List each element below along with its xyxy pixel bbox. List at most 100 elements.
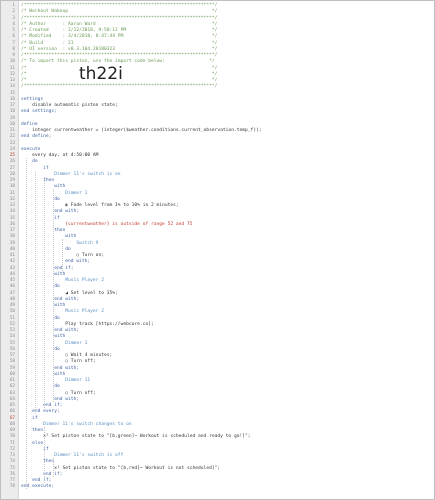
code-line[interactable]: 31 Dimmer 1 (1, 191, 434, 197)
code-line[interactable]: 65 end if; (1, 403, 434, 409)
code-line[interactable]: 76 end if; (1, 472, 434, 478)
code-line[interactable]: 6 /* Modified : 3/4/2018, 8:47:44 PM */ (1, 34, 434, 40)
code-line[interactable]: 67 if (1, 416, 434, 422)
code-line[interactable]: 58 ○ Turn off; (1, 359, 434, 365)
code-line[interactable]: 45 Music Player 2 (1, 278, 434, 284)
code-line[interactable]: 34 end with; (1, 209, 434, 215)
code-line[interactable]: 11/* */ (1, 66, 434, 72)
code-line[interactable]: 32 do (1, 197, 434, 203)
code-line[interactable]: 71 else (1, 441, 434, 447)
code-line[interactable]: 24 execute (1, 147, 434, 153)
code-line[interactable]: 64 end with; (1, 397, 434, 403)
code-line[interactable]: 66 end every; (1, 409, 434, 415)
code-line[interactable]: 53 end with; (1, 328, 434, 334)
code-text: {currentweather} is outside of range 52 … (21, 221, 193, 227)
code-line[interactable]: 52 Play track [https://webcore.co]; (1, 322, 434, 328)
line-number: 34 (9, 209, 15, 215)
code-line[interactable]: 35 if (1, 216, 434, 222)
code-line[interactable]: 7 /* Build : 21 */ (1, 41, 434, 47)
code-text: settings (21, 96, 44, 102)
line-number: 30 (9, 184, 15, 190)
code-line[interactable]: 19 (1, 116, 434, 122)
code-line[interactable]: 39 Switch 9 (1, 241, 434, 247)
code-line[interactable]: 63 ○ Turn off; (1, 391, 434, 397)
code-line[interactable]: 21 integer currentweather = (integer($we… (1, 128, 434, 134)
code-line[interactable]: 46 do (1, 284, 434, 290)
code-line[interactable]: 48 end with; (1, 297, 434, 303)
code-line[interactable]: 36 {currentweather} is outside of range … (1, 222, 434, 228)
code-line[interactable]: 44 with (1, 272, 434, 278)
line-number: 32 (9, 196, 15, 202)
code-line[interactable]: 20 define (1, 122, 434, 128)
code-text: /***************************************… (21, 15, 218, 21)
code-line[interactable]: 74 then (1, 459, 434, 465)
code-line[interactable]: 10/* To import this piston, use the impo… (1, 59, 434, 65)
code-line[interactable]: 16 settings (1, 97, 434, 103)
code-line[interactable]: 78 end execute; (1, 484, 434, 490)
line-number: 52 (9, 321, 15, 327)
indent-guide (35, 170, 36, 415)
code-line[interactable]: 15 (1, 91, 434, 97)
code-line[interactable]: 38 with (1, 234, 434, 240)
code-line[interactable]: 59 end with; (1, 366, 434, 372)
line-number: 72 (9, 446, 15, 452)
code-line[interactable]: 54 with (1, 334, 434, 340)
line-number: 76 (9, 471, 15, 477)
line-number: 38 (9, 234, 15, 240)
code-line[interactable]: 12/* */th22i (1, 65, 434, 82)
code-line[interactable]: 26 do (1, 159, 434, 165)
code-text: Dimmer 11's switch changes to on (21, 421, 132, 427)
indent-guide (53, 189, 54, 402)
line-number: 78 (9, 484, 15, 490)
code-line[interactable]: 3 /**************************************… (1, 16, 434, 22)
code-line[interactable]: 14 /*************************************… (1, 84, 434, 90)
code-line[interactable]: 2 /* Workout Wakeup */ (1, 9, 434, 15)
line-number: 67 (9, 415, 15, 421)
line-number: 51 (9, 315, 15, 321)
code-line[interactable]: 61 Dimmer 11 (1, 378, 434, 384)
code-line[interactable]: 75 x² Set piston state to "[b,red]~ Work… (1, 466, 434, 472)
code-line[interactable]: 56 do (1, 347, 434, 353)
code-line[interactable]: 51 do (1, 316, 434, 322)
code-line[interactable]: 28 Dimmer 11's switch is on (1, 172, 434, 178)
line-number: 62 (9, 384, 15, 390)
code-line[interactable]: 68 Dimmer 11's switch changes to on (1, 422, 434, 428)
code-text: Dimmer 1 (21, 340, 88, 346)
code-text: end with; (21, 365, 80, 371)
code-text: end if; (21, 471, 63, 477)
code-line[interactable]: 62 do (1, 384, 434, 390)
code-line[interactable]: 29 then (1, 178, 434, 184)
code-line[interactable]: 43 end if; (1, 266, 434, 272)
code-text: else (21, 440, 44, 446)
line-number: 3 (12, 15, 15, 21)
line-number: 18 (9, 109, 15, 115)
code-line[interactable]: 8 /* UI version : v0.3.104.20180323 */ (1, 47, 434, 53)
code-line[interactable]: 73 Dimmer 11's switch is off (1, 453, 434, 459)
code-line[interactable]: 23 (1, 141, 434, 147)
code-line[interactable]: 60 with (1, 372, 434, 378)
code-line[interactable]: 4 /* Author : Aaron Ward */ (1, 22, 434, 28)
line-number: 74 (9, 459, 15, 465)
code-text: do (21, 159, 38, 165)
code-line[interactable]: 40 do (1, 247, 434, 253)
code-line[interactable]: 17 disable automatic piston state; (1, 103, 434, 109)
code-line[interactable]: 30 with (1, 184, 434, 190)
code-text: x² Set piston state to "[b,green]~ Worko… (21, 434, 251, 440)
line-number: 23 (9, 140, 15, 146)
code-text: /* Build : 21 */ (21, 40, 218, 46)
code-text: /* Author : Aaron Ward */ (21, 21, 218, 27)
code-line[interactable]: 50 Music Player 2 (1, 309, 434, 315)
code-text: integer currentweather = (integer($weath… (21, 128, 262, 133)
code-line[interactable]: 42 end with; (1, 259, 434, 265)
code-line[interactable]: 72 if (1, 447, 434, 453)
code-line[interactable]: 25 every day, at 4:50:00 AM (1, 153, 434, 159)
indent-guide (62, 239, 63, 271)
code-line[interactable]: 47 ◢ Set level to 35%; (1, 291, 434, 297)
code-line[interactable]: 27 if (1, 166, 434, 172)
code-line[interactable]: 22 end define; (1, 134, 434, 140)
code-line[interactable]: 77 end if; (1, 478, 434, 484)
code-line[interactable]: 18 end settings; (1, 109, 434, 115)
code-text: if (21, 415, 38, 421)
code-line[interactable]: 55 Dimmer 1 (1, 341, 434, 347)
code-line[interactable]: 70 x² Set piston state to "[b,green]~ Wo… (1, 434, 434, 440)
